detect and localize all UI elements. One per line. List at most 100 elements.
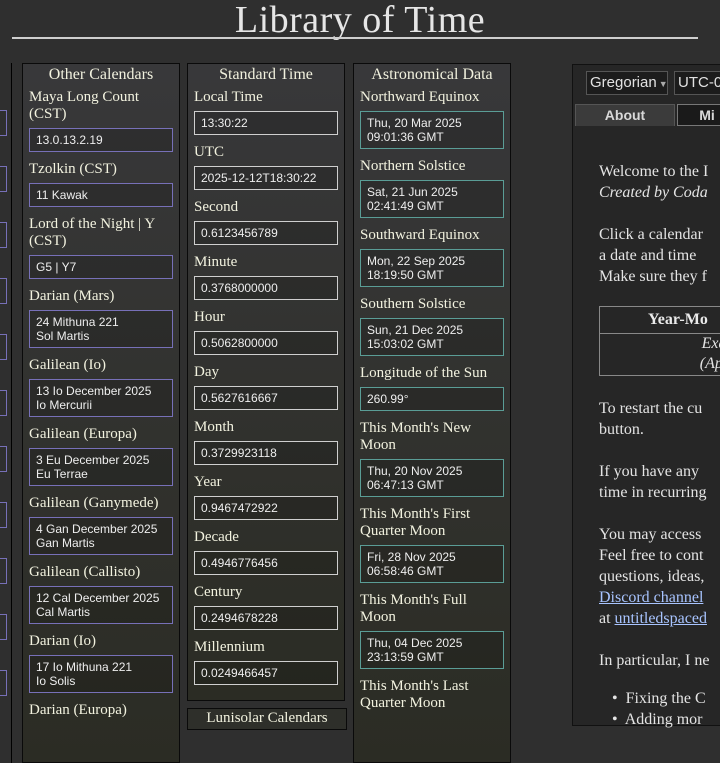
clipped-value-box[interactable]: [0, 334, 7, 360]
value-box[interactable]: 0.0249466457: [194, 661, 338, 685]
time-entry: Day 0.5627616667: [194, 364, 344, 410]
value-box[interactable]: 24 Mithuna 221 Sol Martis: [29, 310, 173, 348]
astro-entry: Longitude of the Sun 260.99°: [360, 365, 510, 411]
tab-more[interactable]: Mi: [677, 104, 720, 126]
entry-label: Southward Equinox: [360, 227, 480, 243]
clipped-value-box[interactable]: [0, 614, 7, 640]
value-text: G5 | Y7: [36, 260, 77, 274]
value-box[interactable]: 0.6123456789: [194, 221, 338, 245]
timezone-select-value: UTC-0: [678, 74, 720, 91]
value-box[interactable]: 0.2494678228: [194, 606, 338, 630]
time-entry: Decade 0.4946776456: [194, 529, 344, 575]
panel-title: Astronomical Data: [371, 66, 493, 83]
time-entry: Century 0.2494678228: [194, 584, 344, 630]
clipped-value-box[interactable]: [0, 390, 7, 416]
tab-about[interactable]: About: [575, 104, 675, 126]
example-table-header: Year-Mo: [600, 307, 720, 334]
value-text: Mon, 22 Sep 2025: [367, 254, 466, 268]
time-entry: Local Time 13:30:22: [194, 89, 344, 135]
entry-label: Lord of the Night | Y (CST): [29, 216, 155, 249]
clipped-value-box[interactable]: [0, 166, 7, 192]
calendar-entry: Galilean (Io) 13 Io December 2025 Io Mer…: [29, 357, 179, 417]
entry-label: Northern Solstice: [360, 158, 466, 174]
value-box[interactable]: 260.99°: [360, 387, 504, 411]
entry-label: This Month's Last Quarter Moon: [360, 678, 469, 711]
clipped-value-box[interactable]: [0, 222, 7, 248]
entry-label: Darian (Europa): [29, 702, 127, 718]
value-box[interactable]: 13.0.13.2.19: [29, 128, 173, 152]
value-box[interactable]: 0.9467472922: [194, 496, 338, 520]
value-text: 0.5627616667: [201, 391, 278, 405]
title-divider: [12, 37, 698, 39]
value-box[interactable]: 13 Io December 2025 Io Mercurii: [29, 379, 173, 417]
value-box[interactable]: Thu, 04 Dec 2025 23:13:59 GMT: [360, 631, 504, 669]
instructions-line: Make sure they f: [599, 268, 707, 285]
value-text: 06:47:13 GMT: [367, 478, 444, 492]
clipped-value-box[interactable]: [0, 502, 7, 528]
value-text: 11 Kawak: [36, 188, 88, 202]
value-box[interactable]: 12 Cal December 2025 Cal Martis: [29, 586, 173, 624]
entry-label: Hour: [194, 309, 225, 325]
value-box[interactable]: Thu, 20 Nov 2025 06:47:13 GMT: [360, 459, 504, 497]
value-box[interactable]: 2025-12-12T18:30:22: [194, 166, 338, 190]
entry-label: Maya Long Count (CST): [29, 89, 139, 122]
entry-label: Local Time: [194, 89, 263, 105]
panel-title: Other Calendars: [48, 66, 154, 83]
value-box[interactable]: 3 Eu December 2025 Eu Terrae: [29, 448, 173, 486]
value-box[interactable]: 0.3768000000: [194, 276, 338, 300]
value-text: 2025-12-12T18:30:22: [201, 171, 317, 185]
value-box[interactable]: 0.5627616667: [194, 386, 338, 410]
value-text: Sol Martis: [36, 329, 90, 343]
entry-label: Decade: [194, 529, 239, 545]
clipped-value-box[interactable]: [0, 446, 7, 472]
clipped-value-box[interactable]: [0, 278, 7, 304]
value-box[interactable]: 17 Io Mithuna 221 Io Solis: [29, 655, 173, 693]
access-line: You may access: [599, 526, 702, 543]
value-text: 17 Io Mithuna 221: [36, 660, 133, 674]
value-box[interactable]: Thu, 20 Mar 2025 09:01:36 GMT: [360, 111, 504, 149]
astro-entry: Northern Solstice Sat, 21 Jun 2025 02:41…: [360, 158, 510, 218]
calendar-entry: Galilean (Europa) 3 Eu December 2025 Eu …: [29, 426, 179, 486]
value-text: Cal Martis: [36, 605, 91, 619]
time-entry: Month 0.3729923118: [194, 419, 344, 465]
entry-label: Month: [194, 419, 235, 435]
timezone-select[interactable]: UTC-0: [674, 71, 720, 95]
value-text: Gan Martis: [36, 536, 95, 550]
value-box[interactable]: 0.4946776456: [194, 551, 338, 575]
value-box[interactable]: Mon, 22 Sep 2025 18:19:50 GMT: [360, 249, 504, 287]
restart-line: button.: [599, 421, 644, 438]
value-box[interactable]: 4 Gan December 2025 Gan Martis: [29, 517, 173, 555]
calendar-entry: Tzolkin (CST) 11 Kawak: [29, 161, 179, 207]
page-title: Library of Time: [234, 0, 486, 41]
calendar-entry: Darian (Mars) 24 Mithuna 221 Sol Martis: [29, 288, 179, 348]
value-box[interactable]: 13:30:22: [194, 111, 338, 135]
entry-label: Darian (Io): [29, 633, 97, 649]
value-text: 0.9467472922: [201, 501, 278, 515]
untitled-link[interactable]: untitledspaced: [615, 610, 707, 627]
access-line: Feel free to cont: [599, 547, 704, 564]
value-box[interactable]: Fri, 28 Nov 2025 06:58:46 GMT: [360, 545, 504, 583]
value-box[interactable]: 0.3729923118: [194, 441, 338, 465]
calendar-select[interactable]: Gregorian ▼: [586, 71, 668, 95]
clipped-value-box[interactable]: [0, 110, 7, 136]
value-box[interactable]: Sat, 21 Jun 2025 02:41:49 GMT: [360, 180, 504, 218]
restart-line: To restart the cu: [599, 400, 703, 417]
discord-link[interactable]: Discord channel: [599, 587, 703, 608]
astro-entry: Northward Equinox Thu, 20 Mar 2025 09:01…: [360, 89, 510, 149]
clipped-value-box[interactable]: [0, 558, 7, 584]
value-box[interactable]: 0.5062800000: [194, 331, 338, 355]
value-text: 0.3768000000: [201, 281, 278, 295]
calendar-entry: Maya Long Count (CST) 13.0.13.2.19: [29, 89, 179, 152]
value-box[interactable]: 11 Kawak: [29, 183, 173, 207]
site-line: at untitledspaced: [599, 608, 707, 629]
value-box[interactable]: Sun, 21 Dec 2025 15:03:02 GMT: [360, 318, 504, 356]
entry-label: Galilean (Callisto): [29, 564, 141, 580]
particular-line: In particular, I ne: [599, 652, 710, 669]
clipped-value-box[interactable]: [0, 670, 7, 696]
value-box[interactable]: G5 | Y7: [29, 255, 173, 279]
welcome-text: Welcome to the I: [599, 163, 709, 180]
value-text: 0.6123456789: [201, 226, 278, 240]
value-text: Thu, 20 Mar 2025: [367, 116, 462, 130]
standard-time-panel: Standard Time Local Time 13:30:22 UTC 20…: [187, 63, 345, 701]
time-entry: Second 0.6123456789: [194, 199, 344, 245]
